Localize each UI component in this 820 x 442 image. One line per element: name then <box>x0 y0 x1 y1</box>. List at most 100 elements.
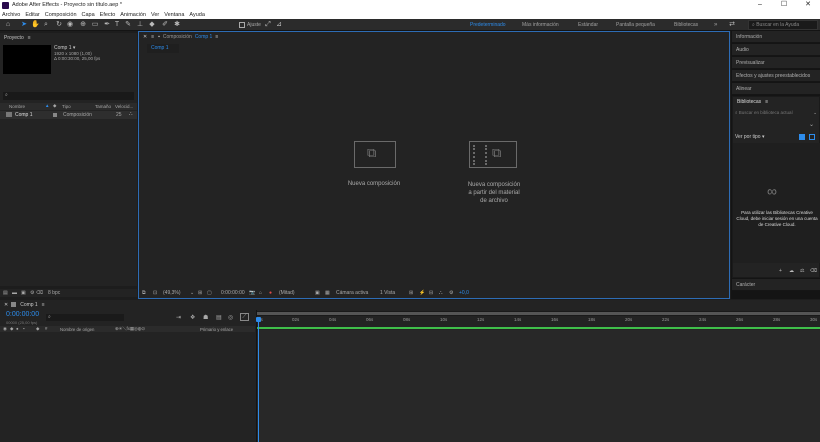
channel-icon[interactable]: ● <box>269 290 272 296</box>
timeline-tab[interactable]: Comp 1 <box>20 302 38 308</box>
shy-layers-icon[interactable]: ☗ <box>203 314 208 321</box>
toggle-pixel-aspect-icon[interactable]: ⊞ <box>409 290 413 296</box>
col-size[interactable]: Tamaño <box>95 104 111 109</box>
type-tool-icon[interactable]: T <box>113 21 121 29</box>
flowchart-icon[interactable]: ⛬ <box>439 290 443 296</box>
close-button[interactable]: ✕ <box>796 0 820 10</box>
graph-editor-icon[interactable]: ⟋ <box>240 313 249 321</box>
video-toggle-icon[interactable]: ◉ <box>3 326 7 332</box>
interpret-footage-icon[interactable]: ▤ <box>3 290 8 296</box>
playhead-handle-icon[interactable] <box>256 317 261 322</box>
menu-animacion[interactable]: Animación <box>120 12 146 18</box>
preview-panel-tab[interactable]: Previsualizar <box>732 57 820 69</box>
always-preview-icon[interactable]: ⧉ <box>142 290 146 296</box>
puppet-tool-icon[interactable]: ✱ <box>173 21 181 29</box>
playhead[interactable] <box>258 317 259 442</box>
library-trash-icon[interactable]: ⌫ <box>810 268 817 274</box>
new-comp-from-footage-icon[interactable]: ⧉ <box>469 141 517 168</box>
library-dropdown-icon[interactable]: ⌄ <box>809 121 814 128</box>
layer-list[interactable] <box>0 333 255 442</box>
pen-tool-icon[interactable]: ✒ <box>103 21 111 29</box>
fast-previews-icon[interactable]: ⚡ <box>419 290 425 296</box>
menu-archivo[interactable]: Archivo <box>2 12 20 18</box>
menu-ver[interactable]: Ver <box>151 12 159 18</box>
sync-settings-icon[interactable]: ⇄ <box>728 21 736 29</box>
timeline-icon[interactable]: ⊟ <box>429 290 433 296</box>
new-composition-label[interactable]: Nueva composición <box>329 181 419 187</box>
new-composition-icon[interactable]: ⧉ <box>354 141 396 168</box>
mask-icon[interactable]: ⊡ <box>153 290 157 296</box>
comp-mini-flowchart-icon[interactable]: ⇥ <box>176 314 181 321</box>
exposure-value[interactable]: +0,0 <box>459 290 469 296</box>
workspace-pantalla-pequena[interactable]: Pantalla pequeña <box>616 22 655 28</box>
pan-behind-tool-icon[interactable]: ⊕ <box>79 21 87 29</box>
audio-toggle-icon[interactable]: ◆ <box>10 326 13 332</box>
menu-ayuda[interactable]: Ayuda <box>189 12 205 18</box>
flowchart-icon[interactable]: ⛬ <box>129 111 133 117</box>
bit-depth-label[interactable]: 8 bpc <box>48 290 60 296</box>
new-folder-icon[interactable]: ▬ <box>12 290 17 296</box>
resolution-dropdown[interactable]: (Mitad) <box>279 290 295 296</box>
home-icon[interactable]: ⌂ <box>4 21 12 29</box>
camera-tool-icon[interactable]: ◉ <box>66 21 74 29</box>
work-area-bar[interactable] <box>257 311 820 316</box>
grid-icon[interactable]: ▢ <box>207 290 212 296</box>
lock-icon[interactable]: ▪ <box>158 34 160 40</box>
current-time-display[interactable]: 0:00:00:00 <box>221 290 245 296</box>
fit-icon[interactable]: ⌄ <box>190 290 194 296</box>
timeline-current-time[interactable]: 0:00:00:00 <box>6 311 39 318</box>
solo-icon[interactable]: ● <box>16 326 19 331</box>
exposure-reset-icon[interactable]: ⚙ <box>449 290 453 296</box>
lock-column-icon[interactable]: ▪ <box>23 326 25 331</box>
character-panel-tab[interactable]: Carácter <box>732 279 820 291</box>
rectangle-tool-icon[interactable]: ▭ <box>91 21 99 29</box>
parent-link-column[interactable]: Primario y enlace <box>200 327 233 332</box>
workspace-estandar[interactable]: Estándar <box>578 22 598 28</box>
menu-ventana[interactable]: Ventana <box>164 12 184 18</box>
library-search-input[interactable]: ⌕ Buscar en biblioteca actual ⌄ <box>735 108 817 117</box>
libraries-cloud-icon[interactable]: ☁ <box>789 268 794 274</box>
col-fps[interactable]: Velocid... <box>115 104 133 109</box>
info-panel-tab[interactable]: Información <box>732 31 820 43</box>
add-content-icon[interactable]: + <box>779 268 782 274</box>
show-snapshot-icon[interactable]: ⌂ <box>259 290 262 296</box>
list-view-icon[interactable] <box>809 134 815 140</box>
search-dropdown-icon[interactable]: ⌄ <box>813 108 817 117</box>
sort-icon[interactable]: ▲ <box>45 103 49 108</box>
new-comp-icon[interactable]: ▣ <box>21 290 26 296</box>
project-item-comp1[interactable]: Comp 1 Composición 25 ⛬ <box>0 111 137 119</box>
clone-stamp-tool-icon[interactable]: ⊥ <box>136 21 144 29</box>
timeline-tracks-area[interactable] <box>257 330 820 442</box>
panel-menu-icon[interactable]: ≡ <box>28 35 31 41</box>
col-name[interactable]: Nombre <box>9 104 25 109</box>
draft-3d-icon[interactable]: ❖ <box>190 314 195 321</box>
transparency-grid-icon[interactable]: ▦ <box>325 290 330 296</box>
composition-link[interactable]: Comp 1 <box>195 34 213 40</box>
motion-blur-icon[interactable]: ◎ <box>228 314 233 321</box>
brush-tool-icon[interactable]: ✎ <box>124 21 132 29</box>
snap-options-icon[interactable]: ⊿ <box>275 21 283 29</box>
work-area-range[interactable] <box>257 312 820 315</box>
snapshot-icon[interactable]: 📷 <box>249 290 255 296</box>
audio-panel-tab[interactable]: Audio <box>732 44 820 56</box>
align-checkbox[interactable] <box>239 22 245 28</box>
close-panel-icon[interactable]: ✕ <box>143 34 147 40</box>
snap-icon[interactable]: ⤢ <box>264 21 272 29</box>
settings-icon[interactable]: ⚙ <box>30 290 34 296</box>
align-panel-tab[interactable]: Alinear <box>732 83 820 95</box>
workspace-bibliotecas[interactable]: Bibliotecas <box>674 22 698 28</box>
trash-icon[interactable]: ⌫ <box>36 290 43 296</box>
timeline-search-input[interactable]: ⌕ <box>46 314 124 321</box>
roto-brush-tool-icon[interactable]: ✐ <box>161 21 169 29</box>
menu-efecto[interactable]: Efecto <box>100 12 116 18</box>
comp-viewer-tab[interactable]: Comp 1 <box>147 44 179 53</box>
zoom-dropdown[interactable]: (49,3%) <box>163 290 181 296</box>
grid-view-icon[interactable] <box>799 134 805 140</box>
region-of-interest-icon[interactable]: ▣ <box>315 290 320 296</box>
camera-dropdown[interactable]: Cámara activa <box>336 290 368 296</box>
menu-composicion[interactable]: Composición <box>45 12 77 18</box>
selection-tool-icon[interactable]: ➤ <box>20 21 28 29</box>
close-panel-icon[interactable]: ✕ <box>4 302 8 308</box>
workspace-predeterminado[interactable]: Predeterminado <box>470 22 506 28</box>
maximize-button[interactable]: ☐ <box>772 0 796 10</box>
